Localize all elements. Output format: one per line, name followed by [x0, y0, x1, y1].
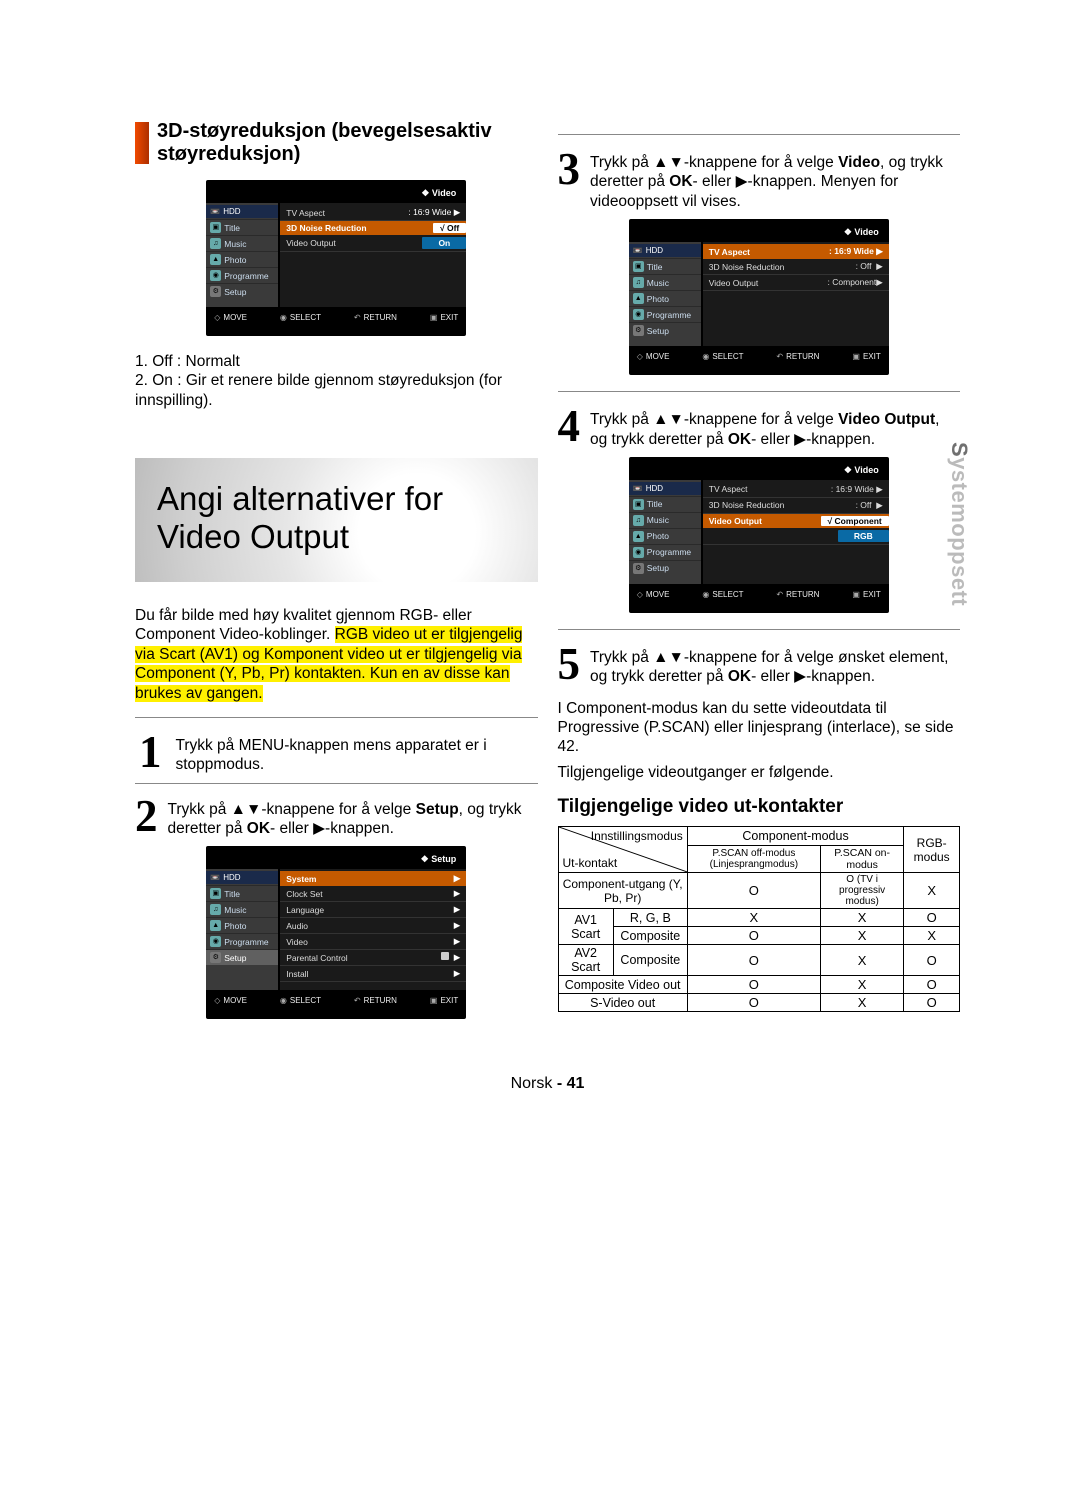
list-option-off: 1. Off : Normalt [135, 352, 538, 371]
step-number: 3 [558, 149, 581, 211]
step-3: 3 Trykk på ▲▼-knappene for å velge Video… [558, 149, 961, 211]
osd-video-3dnoise: ❖ Video 📼HDD ▣Title ♫Music ▲Photo ◉Progr… [206, 180, 466, 336]
osd-video-tv-aspect: ❖ Video 📼HDD ▣Title ♫Music ▲Photo ◉Progr… [629, 219, 889, 375]
step-1: 1 Trykk på MENU-knappen mens apparatet e… [135, 732, 538, 775]
step-number: 1 [135, 732, 165, 775]
section-title: 3D-støyreduksjon (bevegelsesaktiv støyre… [157, 120, 492, 166]
table-row: Composite O X X [558, 927, 960, 945]
step-4: 4 Trykk på ▲▼-knappene for å velge Video… [558, 406, 961, 449]
topic-title: Angi alternativer for Video Output [157, 480, 518, 556]
list-option-on: 2. On : Gir et renere bilde gjennom støy… [135, 371, 538, 410]
step-5: 5 Trykk på ▲▼-knappene for å velge ønske… [558, 644, 961, 687]
step-2: 2 Trykk på ▲▼-knappene for å velge Setup… [135, 796, 538, 839]
section-head: 3D-støyreduksjon (bevegelsesaktiv støyre… [135, 120, 538, 166]
topic-panel: Angi alternativer for Video Output [135, 458, 538, 582]
left-column: 3D-støyreduksjon (bevegelsesaktiv støyre… [135, 120, 538, 1035]
right-column: 3 Trykk på ▲▼-knappene for å velge Video… [558, 120, 961, 1035]
step5-note-1: I Component-modus kan du sette videoutda… [558, 699, 961, 757]
table-row: Component-utgang (Y, Pb, Pr) O O (TV i p… [558, 873, 960, 909]
table-row: AV1 Scart R, G, B X X O [558, 909, 960, 927]
osd-video-output: ❖ Video 📼HDD ▣Title ♫Music ▲Photo ◉Progr… [629, 457, 889, 613]
manual-page: Systemoppsett 3D-støyreduksjon (bevegels… [0, 0, 1080, 1487]
table-title: Tilgjengelige video ut-kontakter [558, 796, 961, 818]
video-output-table: Innstillingsmodus Ut-kontakt Component-m… [558, 826, 961, 1012]
step-number: 4 [558, 406, 581, 449]
step-number: 2 [135, 796, 158, 839]
side-tab-label: Systemoppsett [946, 442, 972, 606]
table-row: Composite Video out O X O [558, 976, 960, 994]
step-number: 5 [558, 644, 581, 687]
table-row: AV2 Scart Composite O X O [558, 945, 960, 976]
topic-intro: Du får bilde med høy kvalitet gjennom RG… [135, 606, 538, 703]
page-footer: Norsk - 41 [135, 1075, 960, 1093]
osd-setup: ❖ Setup 📼HDD ▣Title ♫Music ▲Photo ◉Progr… [206, 846, 466, 1019]
step5-note-2: Tilgjengelige videoutganger er følgende. [558, 763, 961, 782]
table-row: S-Video out O X O [558, 994, 960, 1012]
lock-icon [441, 952, 449, 960]
section-bar-icon [135, 122, 149, 164]
